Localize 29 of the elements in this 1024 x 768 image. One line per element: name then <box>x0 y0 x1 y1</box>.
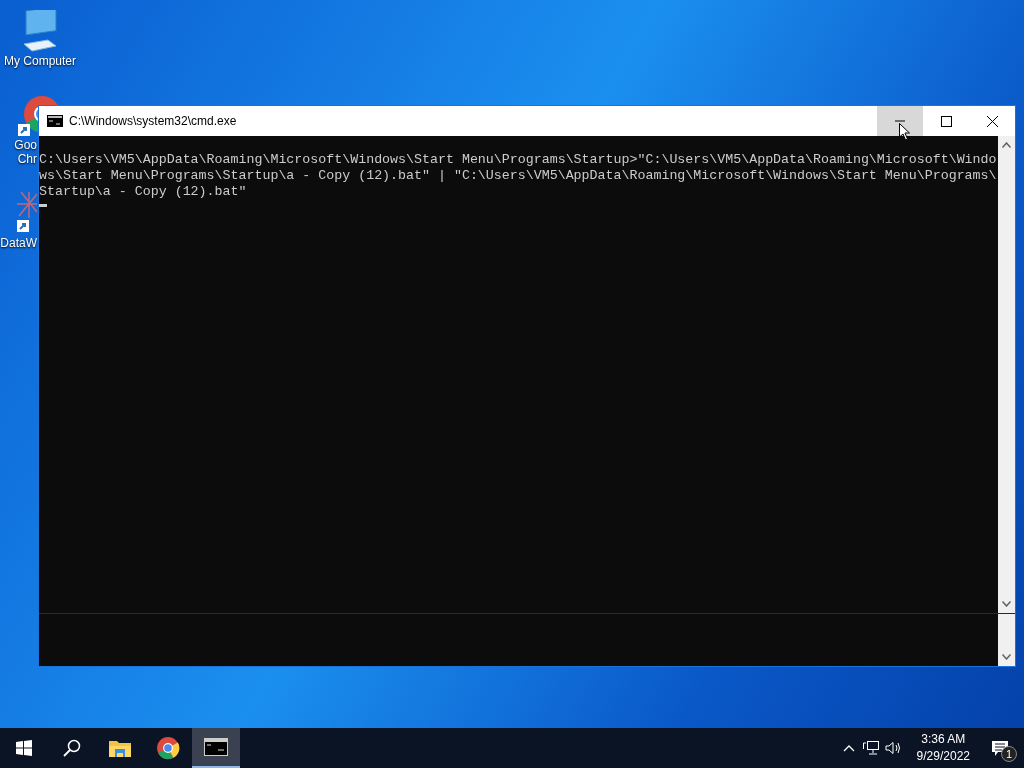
notification-badge: 1 <box>1001 746 1017 762</box>
console-line: ws\Start Menu\Programs\Startup\a - Copy (12).bat" | "C:\Users\VM5\AppData\Roaming\Microsoft\Windows\Start Menu\Programs\ <box>39 168 998 184</box>
maximize-icon <box>940 115 952 127</box>
chrome-icon <box>156 736 180 760</box>
mouse-pointer-icon <box>899 123 911 141</box>
caret-up-icon[interactable] <box>842 744 855 752</box>
window-title: C:\Windows\system32\cmd.exe <box>69 113 238 130</box>
terminal-icon <box>47 115 63 127</box>
icon-label: My Computer <box>4 54 76 68</box>
network-icon[interactable] <box>862 741 879 755</box>
network-graph-icon <box>17 192 37 232</box>
console-line: Startup\a - Copy (12).bat" <box>39 184 248 200</box>
icon-label: Goo <box>14 138 37 152</box>
icon-label: Chr <box>17 152 37 166</box>
taskbar-button[interactable] <box>192 728 240 768</box>
text-cursor <box>39 204 47 207</box>
icon-label: DataW <box>0 236 37 250</box>
clock[interactable]: 3:36 AM 9/29/2022 <box>910 731 976 765</box>
scroll-down-icon[interactable] <box>1002 654 1011 660</box>
volume-icon[interactable] <box>884 741 901 755</box>
minimize-icon <box>895 120 905 122</box>
search-icon <box>63 739 81 757</box>
terminal-icon <box>204 738 228 756</box>
console-line: C:\Users\VM5\AppData\Roaming\Microsoft\Windows\Start Menu\Programs\Startup>"C:\Users\VM5\AppData\Roaming\Microsoft\Windo <box>39 152 998 168</box>
close-icon <box>986 115 998 127</box>
scroll-up-icon[interactable] <box>1002 142 1011 148</box>
scroll-down-icon[interactable] <box>1002 601 1011 607</box>
folder-icon <box>109 739 131 757</box>
windows-logo-icon <box>16 740 32 756</box>
